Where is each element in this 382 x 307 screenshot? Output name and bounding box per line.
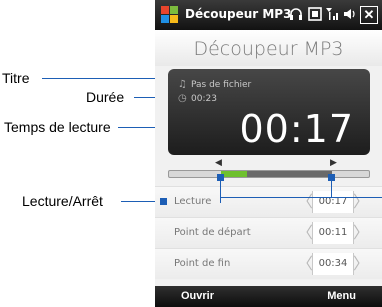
row-label-point-depart: Point de départ [174,227,251,238]
duration-value: 00:23 [191,94,217,104]
app-title: Découpeur MP3 [185,7,292,21]
stepper-point-fin: 〈 00:34 〉 [297,253,369,275]
windows-start-icon[interactable] [161,6,179,24]
progress-played [221,171,247,177]
callout-dot-start [217,174,224,181]
annotation-lecture-arret: Lecture/Arrêt [22,193,103,209]
increment-arrow-icon[interactable]: 〉 [353,222,369,244]
annotation-temps-lecture: Temps de lecture [4,119,111,135]
battery-icon [307,6,323,22]
stepper-lecture: 〈 00:17 〉 [297,191,369,213]
clock-icon: ◷ [178,93,187,104]
increment-arrow-icon[interactable]: 〉 [353,253,369,275]
annotation-duree: Durée [86,89,125,105]
row-point-depart: Point de départ 〈 00:11 〉 [155,217,382,248]
player-display: ♫ Pas de fichier ◷ 00:23 00:17 [168,69,370,155]
page-title: Découpeur MP3 [193,38,344,60]
annotation-titre: Titre [2,70,30,86]
stepper-value-point-fin[interactable]: 00:34 [312,253,354,275]
headphones-icon [288,6,304,22]
decrement-arrow-icon[interactable]: 〈 [297,253,313,275]
progress-selection [247,171,332,177]
progress-track-area[interactable]: ◀ ▶ [168,158,370,186]
end-marker-icon[interactable]: ▶ [330,158,337,168]
play-time: 00:17 [239,107,354,151]
app-header: Découpeur MP3 [155,30,382,66]
increment-arrow-icon[interactable]: 〉 [353,191,369,213]
stepper-value-point-depart[interactable]: 00:11 [312,222,354,244]
volume-icon [342,6,358,22]
decrement-arrow-icon[interactable]: 〈 [297,222,313,244]
row-point-fin: Point de fin 〈 00:34 〉 [155,248,382,279]
softkey-bar: Ouvrir Menu [155,286,382,307]
stepper-value-lecture[interactable]: 00:17 [312,191,354,213]
softkey-ouvrir[interactable]: Ouvrir [181,290,214,302]
device-screen: Découpeur MP3 ✕ Découpeur MP3 ♫ Pas de fi… [155,0,382,307]
decrement-arrow-icon[interactable]: 〈 [297,191,313,213]
signal-icon [325,6,341,22]
duration-row: ◷ 00:23 [178,93,217,104]
start-marker-icon[interactable]: ◀ [215,158,222,168]
callout-hline-selection [220,197,382,198]
row-label-point-fin: Point de fin [174,258,231,269]
softkey-menu[interactable]: Menu [327,290,356,302]
stepper-point-depart: 〈 00:11 〉 [297,222,369,244]
status-bar: Découpeur MP3 ✕ [155,0,382,30]
close-button[interactable]: ✕ [360,6,378,24]
row-label-lecture: Lecture [174,196,212,207]
callout-dot-lecture-arret [160,198,167,205]
file-title: Pas de fichier [191,80,252,90]
callout-dot-end [328,174,335,181]
row-lecture: Lecture 〈 00:17 〉 [155,186,382,217]
music-note-icon: ♫ [178,79,187,90]
file-title-row: ♫ Pas de fichier [178,79,251,90]
